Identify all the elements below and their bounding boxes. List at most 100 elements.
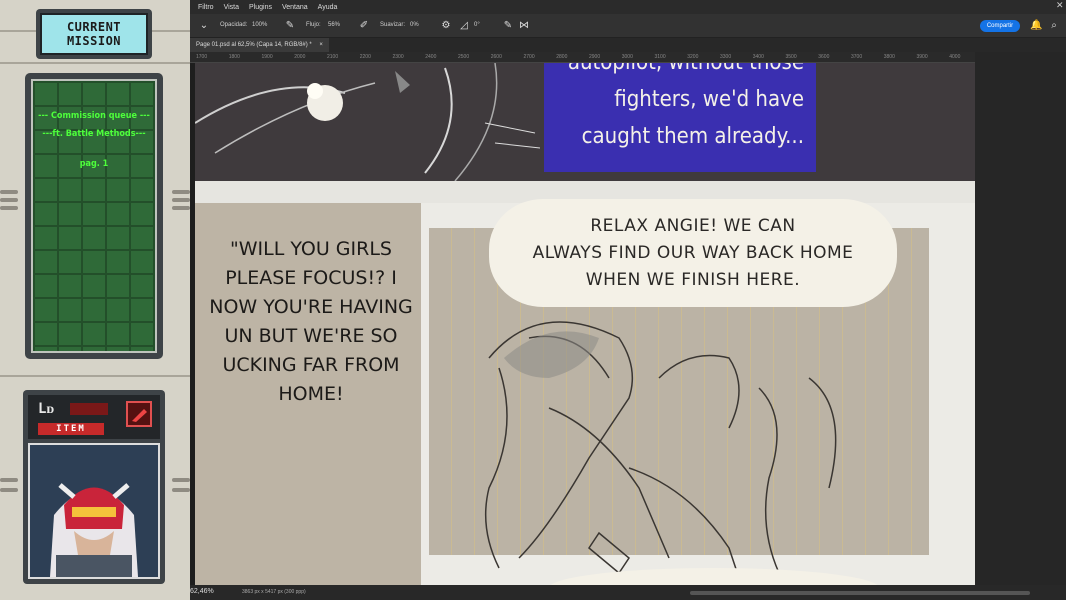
dialogue-line: NOW YOU'RE HAVING [209, 296, 413, 318]
narration-box: autopilot, without those fighters, we'd … [544, 63, 816, 172]
level-label: Lᴅ [38, 401, 55, 417]
vent-decoration [0, 478, 18, 482]
vent-decoration [172, 190, 190, 194]
menu-vista[interactable]: Vista [224, 4, 239, 11]
document-info[interactable]: 3863 px x 5417 px (300 ppp) [242, 589, 306, 595]
current-mission-header: CURRENT MISSION [36, 9, 152, 59]
ruler-tick-label: 3500 [785, 54, 797, 60]
ruler-tick-label: 3100 [654, 54, 666, 60]
horizontal-ruler: 1700 1800 1900 2000 2100 2200 2300 2400 2500 2600… [190, 52, 976, 63]
dialogue-line: PLEASE FOCUS!? I [225, 267, 397, 289]
character-panel: Lᴅ ITEM [23, 390, 165, 584]
ruler-tick-label: 2000 [294, 54, 306, 60]
vent-decoration [0, 190, 18, 194]
close-tab-icon[interactable]: × [319, 42, 323, 48]
ruler-tick-label: 3900 [916, 54, 928, 60]
document-tab-bar: Page 01.psd al 62,5% (Capa 14, RGB/8#) *… [190, 38, 1066, 52]
vent-decoration [0, 198, 18, 202]
mission-title-line: CURRENT [66, 20, 122, 34]
angle-value[interactable]: 0° [474, 22, 480, 28]
menu-ayuda[interactable]: Ayuda [318, 4, 338, 11]
menu-plugins[interactable]: Plugins [249, 4, 272, 11]
character-portrait [28, 443, 160, 579]
pasteboard-area [975, 52, 1066, 586]
menu-filtro[interactable]: Filtro [198, 4, 214, 11]
mission-line: pag. 1 [79, 159, 109, 169]
ruler-tick-label: 2700 [523, 54, 535, 60]
horizontal-scrollbar[interactable] [690, 591, 1030, 595]
ruler-tick-label: 2900 [589, 54, 601, 60]
menu-bar: Filtro Vista Plugins Ventana Ayuda ✕ [190, 0, 1066, 14]
document-tab[interactable]: Page 01.psd al 62,5% (Capa 14, RGB/8#) *… [190, 38, 329, 52]
ruler-tick-label: 3200 [687, 54, 699, 60]
tool-options-bar: ⌄ Opacidad: 100% ✎ Flujo: 56% ✐ Suavizar… [190, 14, 1066, 38]
ruler-tick-label: 2300 [392, 54, 404, 60]
mission-grid: --- Commission queue --- ---ft. Battle M… [31, 79, 157, 353]
pressure-size-icon[interactable]: ✎ [502, 20, 514, 32]
ruler-tick-label: 3700 [851, 54, 863, 60]
vent-decoration [172, 198, 190, 202]
ruler-tick-label: 2100 [327, 54, 339, 60]
mission-line: --- Commission queue --- [38, 111, 150, 121]
mission-title-line: MISSION [66, 34, 122, 48]
ruler-tick-label: 2800 [556, 54, 568, 60]
health-bar [70, 403, 108, 415]
flow-label: Flujo: [306, 22, 321, 28]
share-button[interactable]: Compartir [980, 20, 1020, 32]
ruler-tick-label: 2600 [490, 54, 502, 60]
opacity-value[interactable]: 100% [252, 22, 267, 28]
speech-bubble-text: RELAX ANGIE! WE CAN ALWAYS FIND OUR WAY … [489, 213, 897, 294]
item-label: ITEM [38, 423, 104, 435]
ruler-tick-label: 3300 [720, 54, 732, 60]
ruler-tick-label: 3800 [883, 54, 895, 60]
narration-line: caught them already... [581, 124, 804, 149]
dialogue-line: HOME! [278, 383, 344, 405]
smoothing-value[interactable]: 0% [410, 22, 419, 28]
ruler-tick-label: 3400 [752, 54, 764, 60]
item-slot-icon [126, 401, 152, 427]
ruler-tick-label: 2500 [458, 54, 470, 60]
ruler-tick-label: 3000 [621, 54, 633, 60]
panel-divider [0, 375, 190, 377]
panel-divider [0, 62, 190, 64]
dialogue-line: "WILL YOU GIRLS [230, 238, 392, 260]
close-window-icon[interactable]: ✕ [1056, 0, 1064, 11]
ruler-tick-label: 1700 [196, 54, 208, 60]
smoothing-label: Suavizar: [380, 22, 406, 28]
ruler-tick-label: 2200 [359, 54, 371, 60]
mission-overlay-panel: CURRENT MISSION --- Commission queue ---… [0, 0, 190, 600]
narration-line: autopilot, without those [544, 63, 804, 81]
pressure-opacity-icon[interactable]: ✎ [284, 20, 296, 32]
vent-decoration [172, 206, 190, 210]
mission-line: ---ft. Battle Methods--- [42, 129, 146, 139]
ruler-tick-label: 3600 [818, 54, 830, 60]
menu-ventana[interactable]: Ventana [282, 4, 308, 11]
flow-value[interactable]: 56% [328, 22, 340, 28]
search-icon[interactable]: ⌕ [1048, 20, 1060, 32]
bubble-line: ALWAYS FIND OUR WAY BACK HOME [532, 243, 854, 263]
airbrush-icon[interactable]: ✐ [358, 20, 370, 32]
document-canvas[interactable]: autopilot, without those fighters, we'd … [195, 63, 975, 585]
dialogue-line: UCKING FAR FROM [222, 354, 400, 376]
notifications-bell-icon[interactable]: 🔔 [1030, 20, 1042, 32]
document-tab-title: Page 01.psd al 62,5% (Capa 14, RGB/8#) * [196, 42, 312, 48]
ruler-tick-label: 4000 [949, 54, 961, 60]
zoom-level[interactable]: 62,46% [190, 588, 214, 595]
ruler-tick-label: 1900 [261, 54, 273, 60]
opacity-label: Opacidad: [220, 22, 248, 28]
vent-decoration [0, 206, 18, 210]
status-bar: 62,46% 3863 px x 5417 px (300 ppp) [190, 585, 1066, 600]
narration-line: fighters, we'd have [614, 87, 804, 112]
brush-preset-chevron-icon[interactable]: ⌄ [198, 20, 210, 32]
bubble-line: WHEN WE FINISH HERE. [585, 270, 801, 290]
symmetry-icon[interactable]: ⋈ [518, 20, 530, 32]
vent-decoration [172, 478, 190, 482]
mission-board: --- Commission queue --- ---ft. Battle M… [25, 73, 163, 359]
vent-decoration [172, 488, 190, 492]
angle-icon: ◿ [460, 20, 468, 31]
dialogue-line: UN BUT WE'RE SO [224, 325, 398, 347]
bubble-line: RELAX ANGIE! WE CAN [590, 216, 796, 236]
left-dialogue: "WILL YOU GIRLS PLEASE FOCUS!? I NOW YOU… [195, 235, 431, 409]
smoothing-settings-gear-icon[interactable]: ⚙ [440, 20, 452, 32]
vent-decoration [0, 488, 18, 492]
